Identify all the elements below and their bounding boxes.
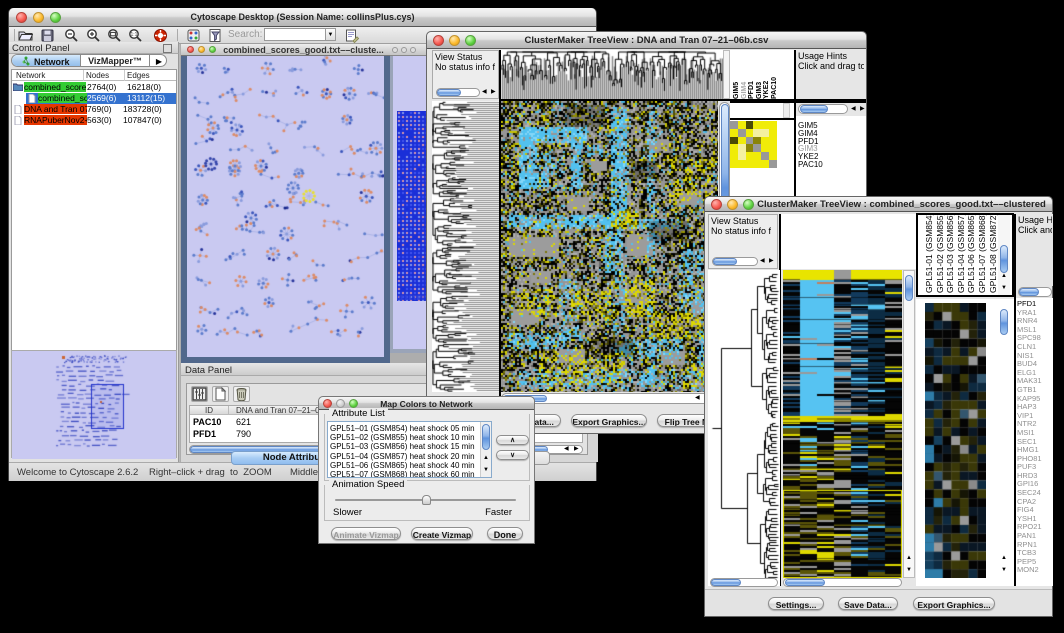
svg-text:1:1: 1:1 (131, 32, 138, 38)
